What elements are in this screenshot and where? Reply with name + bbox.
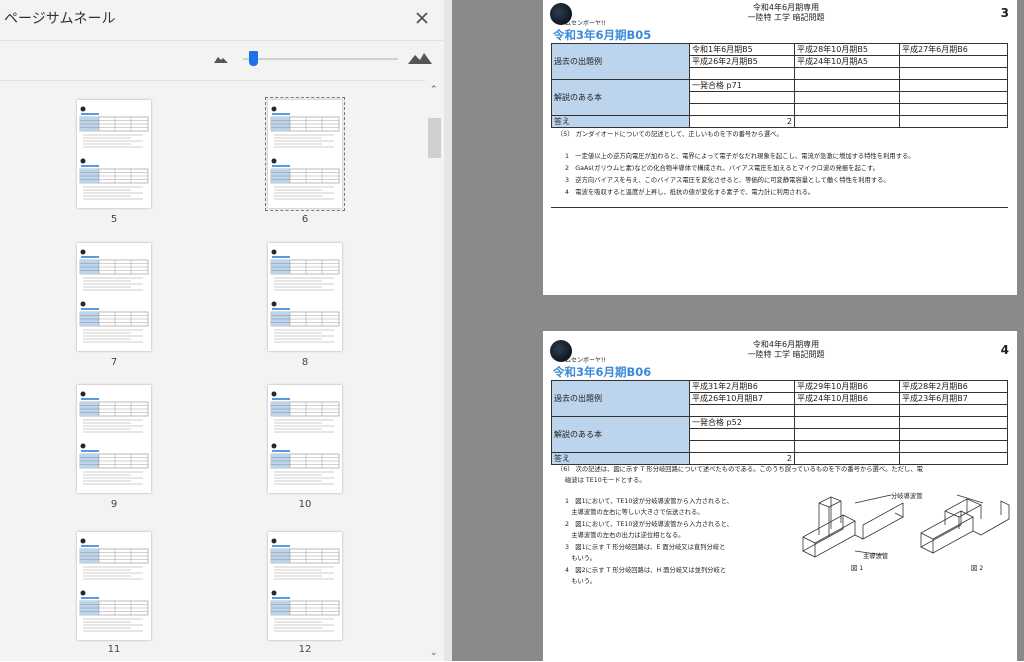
small-mountain-icon [214, 57, 228, 63]
answer-value: 2 [689, 115, 795, 128]
question-title: 令和3年6月期B06 [553, 365, 652, 379]
thumbnail-size-control [0, 40, 444, 77]
thumbnail-list: 5 6 7 8 9 10 11 12 [0, 80, 426, 662]
figure-1-caption: 図 1 [851, 565, 864, 572]
page-thumbnail-panel: ページサムネール 5 6 7 8 9 10 11 12 ⌃ ⌄ [0, 0, 444, 661]
thumbnail-size-slider-track[interactable] [243, 58, 398, 60]
document-page-3: ムセンボーヤ!! 令和4年6月期専用 一陸特 工学 暗記問題 3 令和3年6月期… [543, 0, 1017, 295]
table-cell: 平成24年10月期A5 [794, 55, 900, 68]
page-thumbnail-8[interactable] [268, 243, 342, 351]
page-thumbnail-9[interactable] [77, 385, 151, 493]
question-title: 令和3年6月期B05 [553, 28, 652, 42]
table-cell [899, 55, 1008, 68]
thumbnail-label: 10 [298, 499, 312, 510]
reference-book-label: 解説のある本 [551, 416, 690, 453]
branch-waveguide-label: 分岐導波管 [891, 493, 923, 500]
table-cell: 平成26年2月期B5 [689, 55, 795, 68]
answer-option: 3 逆方向バイアスを与え、このバイアス電圧を変化させると、等価的に可変静電容量と… [565, 177, 890, 184]
page-thumbnail-11[interactable] [77, 532, 151, 640]
section-divider [551, 207, 1008, 208]
answer-option: 主導波管の左右に等しい大きさで伝送される。 [565, 509, 704, 516]
exam-info-table: 過去の出題例 平成31年2月期B6 平成29年10月期B6 平成28年2月期B6… [551, 380, 1008, 465]
panel-splitter[interactable] [444, 0, 452, 661]
table-cell: 一発合格 p71 [689, 79, 795, 92]
panel-header: ページサムネール [0, 0, 444, 36]
table-cell: 平成29年10月期B6 [794, 380, 900, 393]
reference-book-label: 解説のある本 [551, 79, 690, 116]
thumbnail-size-slider-handle[interactable] [249, 51, 258, 66]
thumbnail-label: 7 [110, 357, 118, 368]
table-cell: 平成28年10月期B5 [794, 43, 900, 56]
page-thumbnail-5[interactable] [77, 100, 151, 208]
close-icon [416, 12, 428, 24]
table-cell: 平成26年10月期B7 [689, 392, 795, 405]
table-cell: 平成24年10月期B6 [794, 392, 900, 405]
question-text: 〔5〕 ガンダイオードについての記述として、正しいものを下の番号から選べ。 [557, 131, 783, 138]
answer-option: 主導波管の左右の出力は逆位相となる。 [565, 532, 685, 539]
page-number: 3 [1000, 6, 1009, 20]
answer-option: 2 図1において、TE10波が分岐導波管から入力されると、 [565, 521, 733, 528]
thumbnail-label: 11 [107, 644, 121, 655]
scrollbar-thumb[interactable] [428, 118, 441, 158]
answer-option: もいう。 [565, 555, 596, 562]
table-row: 解説のある本 一発合格 p71 [551, 79, 1008, 116]
panel-title: ページサムネール [4, 11, 116, 27]
document-page-4: ムセンボーヤ!! 令和4年6月期専用 一陸特 工学 暗記問題 4 令和3年6月期… [543, 331, 1017, 661]
page-number: 4 [1000, 343, 1009, 357]
page-thumbnail-6[interactable] [265, 97, 345, 211]
waveguide-figure: 分岐導波管 主導波管 図 1 図 2 [795, 489, 1010, 573]
table-cell: 平成23年6月期B7 [899, 392, 1008, 405]
thumbnail-label: 12 [298, 644, 312, 655]
table-row: 答え 2 [551, 115, 1008, 128]
answer-label: 答え [551, 115, 690, 128]
figure-2-caption: 図 2 [971, 565, 984, 572]
page-header-line2: 一陸特 工学 暗記問題 [747, 350, 825, 359]
answer-option: 1 図1において、TE10波が分岐導波管から入力されると、 [565, 498, 733, 505]
thumbnail-label: 6 [301, 214, 309, 225]
table-row: 過去の出題例 令和1年6月期B5 平成28年10月期B5 平成27年6月期B6 [551, 43, 1008, 80]
exam-info-table: 過去の出題例 令和1年6月期B5 平成28年10月期B5 平成27年6月期B6 … [551, 43, 1008, 128]
answer-option: 3 図1に示す T 形分岐回路は、E 面分岐又は直列分岐と [565, 544, 726, 551]
past-exams-label: 過去の出題例 [551, 43, 690, 80]
answer-option: 4 電波を吸収すると温度が上昇し、抵抗の値が変化する素子で、電力計に利用される。 [565, 189, 815, 196]
thumbnail-label: 5 [110, 214, 118, 225]
table-cell: 令和1年6月期B5 [689, 43, 795, 56]
answer-option: 2 GaAs(ガリウムヒ素)などの化合物半導体で構成され、バイアス電圧を加えると… [565, 165, 879, 172]
logo-text: ムセンボーヤ!! [565, 357, 606, 364]
answer-label: 答え [551, 452, 690, 465]
thumbnail-scrollbar[interactable]: ⌃ ⌄ [426, 80, 444, 661]
scroll-down-arrow-icon[interactable]: ⌄ [430, 648, 438, 658]
thumbnail-label: 8 [301, 357, 309, 368]
answer-value: 2 [689, 452, 795, 465]
table-cell: 一発合格 p52 [689, 416, 795, 429]
table-cell: 平成28年2月期B6 [899, 380, 1008, 393]
scroll-up-arrow-icon[interactable]: ⌃ [430, 85, 438, 95]
question-text: 磁波は TE10モードとする。 [565, 477, 646, 484]
waveguide-diagram [802, 494, 1010, 558]
table-cell: 平成27年6月期B6 [899, 43, 1008, 56]
past-exams-label: 過去の出題例 [551, 380, 690, 417]
answer-option: もいう。 [565, 578, 596, 585]
page-thumbnail-7[interactable] [77, 243, 151, 351]
logo-text: ムセンボーヤ!! [565, 20, 606, 27]
answer-option: 1 一定値以上の逆方向電圧が加わると、電界によって電子がなだれ現象を起こし、電流… [565, 153, 915, 160]
question-text: 〔6〕 次の記述は、図に示す T 形分岐回路について述べたものである。このうち誤… [557, 466, 923, 473]
document-viewer[interactable]: ムセンボーヤ!! 令和4年6月期専用 一陸特 工学 暗記問題 3 令和3年6月期… [452, 0, 1024, 661]
table-cell: 平成31年2月期B6 [689, 380, 795, 393]
page-thumbnail-12[interactable] [268, 532, 342, 640]
close-button[interactable] [408, 4, 436, 32]
page-header-line2: 一陸特 工学 暗記問題 [747, 13, 825, 22]
table-row: 解説のある本 一発合格 p52 [551, 416, 1008, 453]
answer-option: 4 図2に示す T 形分岐回路は、H 面分岐又は並列分岐と [565, 567, 727, 574]
thumbnail-label: 9 [110, 499, 118, 510]
large-mountain-icon [408, 53, 432, 64]
main-waveguide-label: 主導波管 [863, 553, 889, 560]
table-row: 答え 2 [551, 452, 1008, 465]
table-row: 過去の出題例 平成31年2月期B6 平成29年10月期B6 平成28年2月期B6 [551, 380, 1008, 417]
page-thumbnail-10[interactable] [268, 385, 342, 493]
